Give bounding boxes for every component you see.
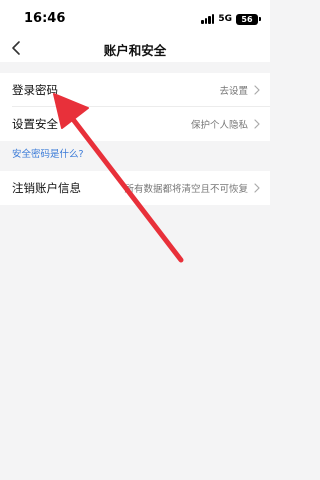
- annotation-arrow-icon: [53, 93, 184, 263]
- chevron-right-icon: [254, 85, 260, 95]
- divider: [12, 106, 270, 107]
- row-value: 所有数据都将清空且不可恢复: [124, 184, 248, 195]
- page-title: 账户和安全: [103, 43, 167, 58]
- chevron-right-icon: [254, 119, 260, 129]
- battery-icon: 56: [236, 13, 261, 25]
- row-label: 登录密码: [12, 83, 58, 97]
- status-bar: 16:46 5G 56: [0, 0, 270, 36]
- row-label: 设置安全: [12, 117, 58, 131]
- row-label: 注销账户信息: [12, 181, 81, 195]
- status-time: 16:46: [24, 11, 66, 26]
- row-value: 保护个人隐私: [190, 120, 248, 131]
- network-type: 5G: [218, 14, 232, 24]
- battery-level: 56: [241, 14, 253, 24]
- login-password-row[interactable]: 登录密码 去设置: [0, 73, 270, 107]
- status-indicators: 5G 56: [201, 12, 261, 26]
- security-password-help-link[interactable]: 安全密码是什么?: [12, 146, 84, 160]
- cancel-account-row[interactable]: 注销账户信息 所有数据都将清空且不可恢复: [0, 171, 270, 205]
- signal-icon: [201, 14, 215, 24]
- chevron-right-icon: [254, 183, 260, 193]
- security-password-row[interactable]: 设置安全 保护个人隐私: [0, 107, 270, 141]
- nav-bar: 账户和安全: [0, 36, 270, 62]
- row-value: 去设置: [219, 86, 248, 97]
